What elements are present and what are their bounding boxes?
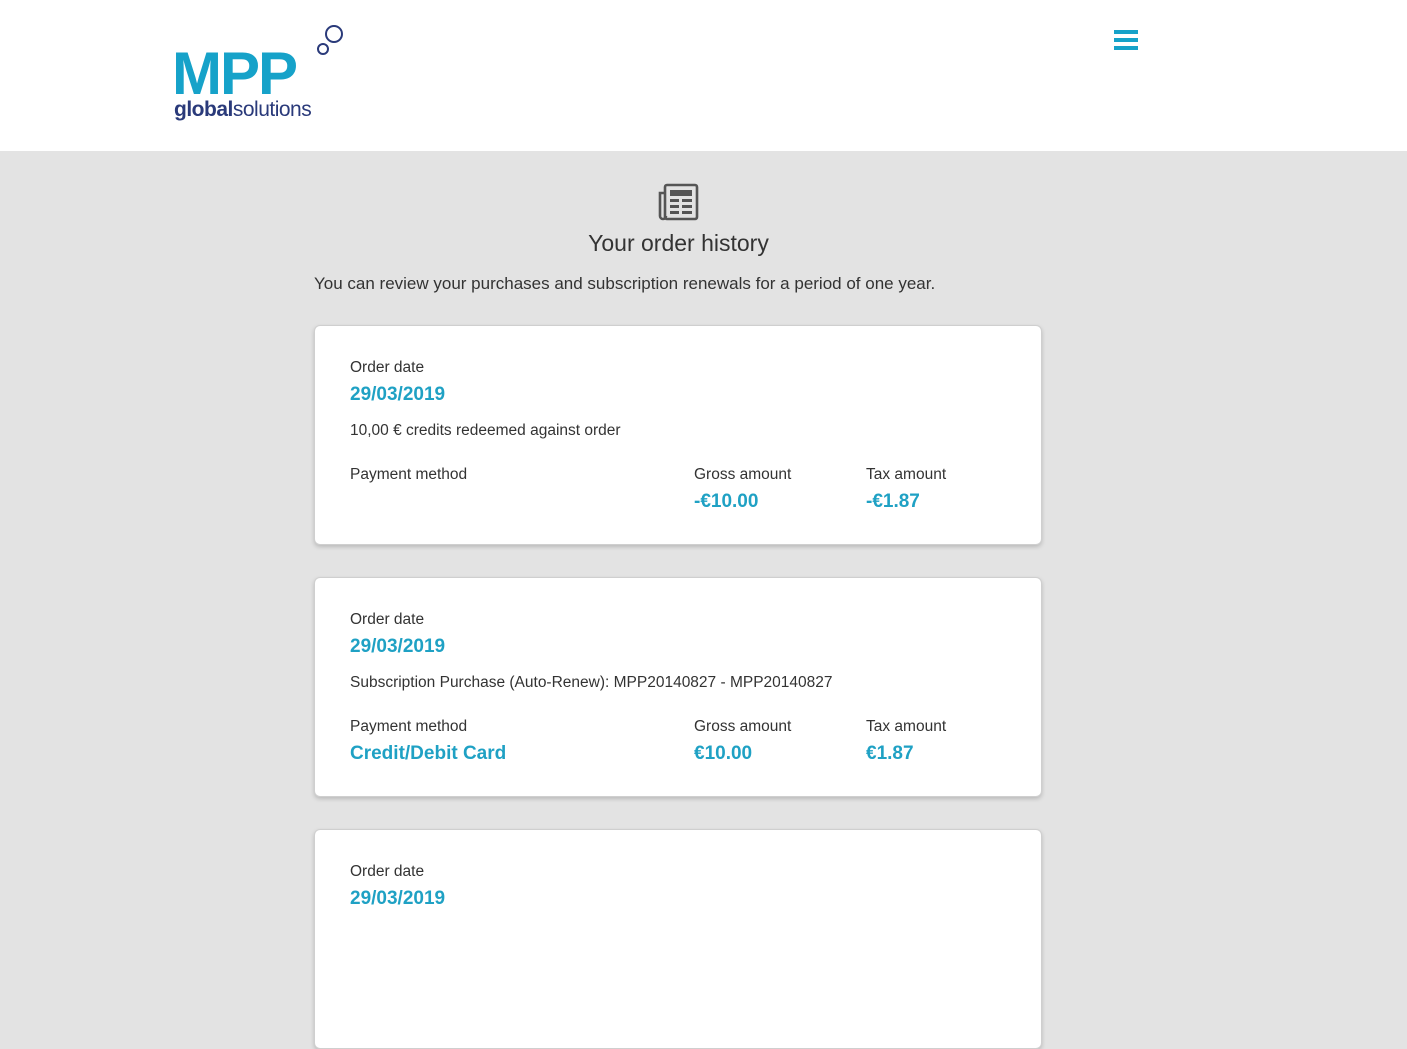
page-title: Your order history — [588, 230, 769, 256]
payment-method-value: Credit/Debit Card — [350, 743, 507, 764]
order-date-value: 29/03/2019 — [350, 636, 446, 657]
order-card: Order date 29/03/2019 Subscription Purch… — [314, 577, 1042, 797]
order-date-value: 29/03/2019 — [350, 384, 446, 405]
logo-subtitle: globalsolutions — [174, 98, 312, 122]
menu-bar — [1114, 38, 1138, 42]
newspaper-icon — [658, 183, 699, 221]
gross-amount-label: Gross amount — [694, 718, 792, 735]
tax-amount-value: €1.87 — [866, 743, 914, 764]
gross-amount-value: €10.00 — [694, 743, 753, 764]
logo-bubbles-icon — [317, 25, 343, 55]
order-date-label: Order date — [350, 863, 425, 880]
gross-amount-value: -€10.00 — [694, 491, 759, 512]
logo-subtitle-regular: solutions — [232, 98, 312, 121]
order-date-label: Order date — [350, 359, 425, 376]
order-card: Order date 29/03/2019 — [314, 829, 1042, 1049]
payment-method-label: Payment method — [350, 466, 468, 483]
hamburger-menu-icon[interactable] — [1110, 26, 1142, 54]
order-date-value: 29/03/2019 — [350, 888, 446, 909]
gross-amount-label: Gross amount — [694, 466, 792, 483]
menu-bar — [1114, 46, 1138, 50]
tax-amount-label: Tax amount — [866, 466, 947, 483]
order-description: Subscription Purchase (Auto-Renew): MPP2… — [350, 674, 833, 691]
order-description: 10,00 € credits redeemed against order — [350, 422, 621, 439]
menu-bar — [1114, 30, 1138, 34]
mpp-global-solutions-logo[interactable]: MPP globalsolutions — [172, 22, 352, 124]
order-date-label: Order date — [350, 611, 425, 628]
tax-amount-label: Tax amount — [866, 718, 947, 735]
page-intro: You can review your purchases and subscr… — [314, 274, 936, 293]
site-header: MPP globalsolutions — [0, 0, 1407, 151]
logo-subtitle-bold: global — [174, 98, 233, 121]
order-card: Order date 29/03/2019 10,00 € credits re… — [314, 325, 1042, 545]
tax-amount-value: -€1.87 — [866, 491, 920, 512]
logo-brand: MPP — [172, 40, 298, 107]
payment-method-label: Payment method — [350, 718, 468, 735]
